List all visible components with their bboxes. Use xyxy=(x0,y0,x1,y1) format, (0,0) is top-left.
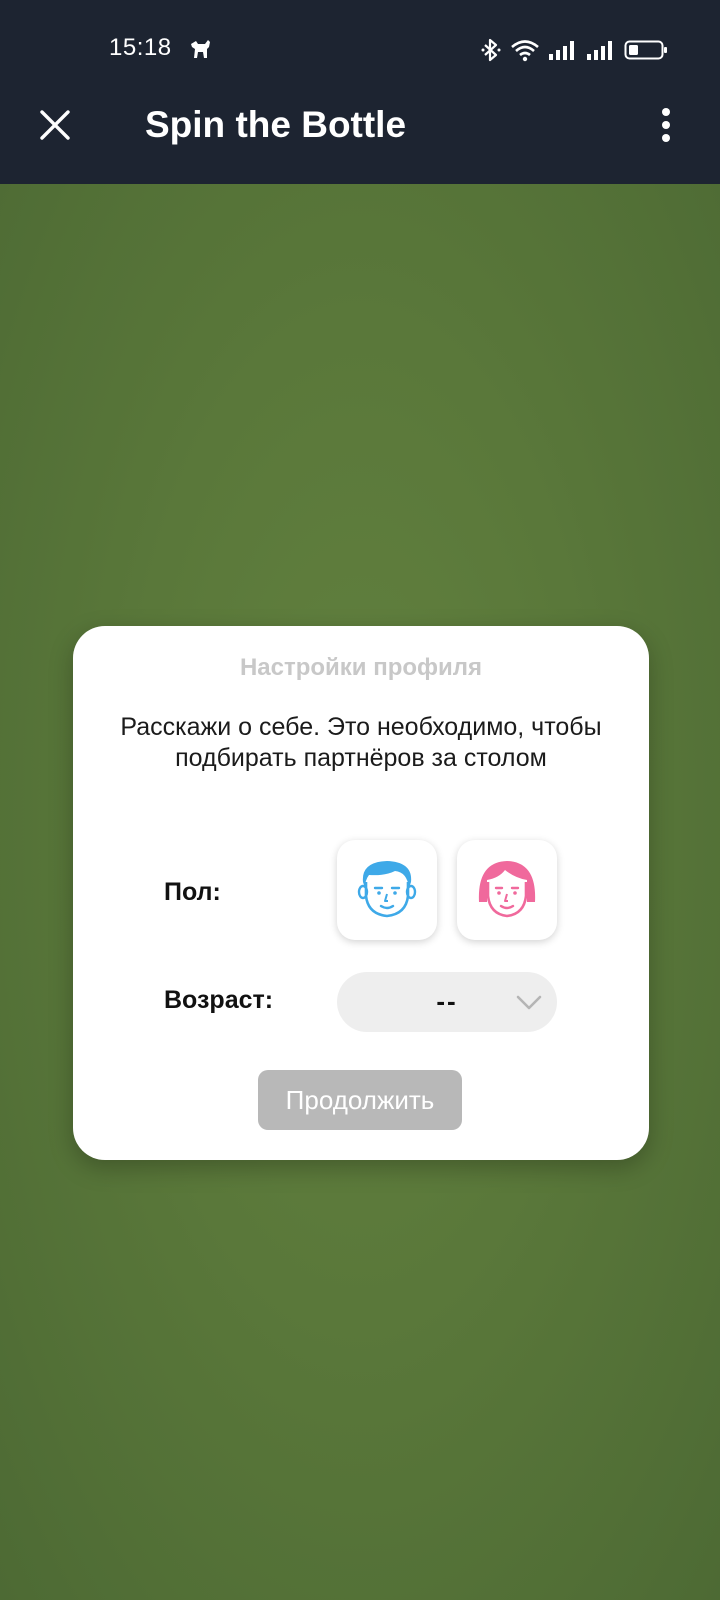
chevron-down-icon xyxy=(515,990,543,1014)
profile-settings-dialog: Настройки профиля Расскажи о себе. Это н… xyxy=(73,626,649,1160)
wifi-icon xyxy=(510,38,540,62)
app-title: Spin the Bottle xyxy=(145,104,407,145)
bluetooth-icon xyxy=(480,38,502,62)
female-avatar-icon xyxy=(475,856,539,925)
male-avatar-icon xyxy=(355,856,419,925)
more-vertical-icon xyxy=(660,107,672,148)
male-gender-button[interactable] xyxy=(337,840,437,940)
female-gender-button[interactable] xyxy=(457,840,557,940)
age-label: Возраст: xyxy=(164,986,274,1014)
signal-icon xyxy=(548,38,578,62)
dialog-description: Расскажи о себе. Это необходимо, чтобы п… xyxy=(120,713,602,772)
continue-button[interactable]: Продолжить xyxy=(258,1070,462,1130)
status-icons xyxy=(480,36,668,64)
gender-label: Пол: xyxy=(164,878,221,906)
battery-icon xyxy=(624,38,668,62)
more-options-button[interactable] xyxy=(646,102,686,152)
toolbar: Spin the Bottle xyxy=(0,84,720,172)
age-dropdown[interactable]: -- xyxy=(337,972,557,1032)
dialog-title: Настройки профиля xyxy=(239,654,483,681)
app-header: 15:18 Spin the Bottle xyxy=(0,0,720,184)
status-time: 15:18 xyxy=(109,34,172,61)
status-bar: 15:18 xyxy=(0,28,720,72)
dog-notification-icon xyxy=(188,36,214,62)
signal-icon xyxy=(586,38,616,62)
close-icon xyxy=(38,108,72,147)
close-button[interactable] xyxy=(30,102,80,152)
